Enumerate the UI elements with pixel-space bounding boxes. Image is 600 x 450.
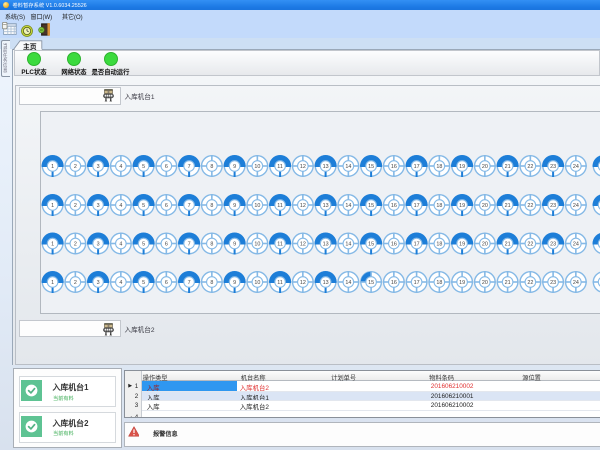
svg-text:23: 23: [550, 203, 556, 209]
svg-text:1: 1: [51, 242, 54, 248]
svg-text:20: 20: [482, 164, 488, 170]
svg-text:4: 4: [119, 203, 122, 209]
svg-text:13: 13: [323, 203, 329, 209]
svg-text:2: 2: [74, 242, 77, 248]
svg-text:24: 24: [573, 280, 579, 286]
svg-text:16: 16: [391, 203, 397, 209]
svg-text:24: 24: [573, 164, 579, 170]
svg-text:17: 17: [414, 164, 420, 170]
svg-text:23: 23: [550, 164, 556, 170]
svg-text:3: 3: [97, 203, 100, 209]
svg-text:13: 13: [323, 164, 329, 170]
svg-text:6: 6: [165, 280, 168, 286]
svg-text:20: 20: [482, 242, 488, 248]
svg-text:4: 4: [119, 280, 122, 286]
svg-text:4: 4: [119, 242, 122, 248]
svg-text:12: 12: [300, 164, 306, 170]
svg-text:18: 18: [436, 164, 442, 170]
svg-text:17: 17: [414, 280, 420, 286]
svg-text:14: 14: [345, 280, 351, 286]
svg-text:22: 22: [527, 164, 533, 170]
svg-text:1: 1: [51, 164, 54, 170]
svg-text:4: 4: [119, 164, 122, 170]
svg-text:12: 12: [300, 280, 306, 286]
svg-text:9: 9: [233, 280, 236, 286]
svg-text:14: 14: [345, 242, 351, 248]
svg-text:12: 12: [300, 203, 306, 209]
svg-text:6: 6: [165, 164, 168, 170]
svg-text:2: 2: [74, 280, 77, 286]
svg-text:6: 6: [165, 203, 168, 209]
svg-text:3: 3: [97, 280, 100, 286]
svg-text:21: 21: [505, 164, 511, 170]
svg-text:3: 3: [97, 242, 100, 248]
svg-text:14: 14: [345, 203, 351, 209]
svg-text:8: 8: [210, 164, 213, 170]
svg-text:24: 24: [573, 242, 579, 248]
svg-text:18: 18: [436, 280, 442, 286]
svg-text:1: 1: [51, 203, 54, 209]
svg-text:8: 8: [210, 280, 213, 286]
svg-text:20: 20: [482, 203, 488, 209]
svg-text:19: 19: [459, 280, 465, 286]
svg-text:23: 23: [550, 242, 556, 248]
svg-text:10: 10: [254, 242, 260, 248]
svg-text:19: 19: [459, 203, 465, 209]
svg-text:15: 15: [368, 164, 374, 170]
svg-text:11: 11: [277, 164, 283, 170]
svg-text:17: 17: [414, 203, 420, 209]
svg-text:10: 10: [254, 280, 260, 286]
svg-text:15: 15: [368, 242, 374, 248]
svg-text:19: 19: [459, 164, 465, 170]
svg-text:2: 2: [74, 164, 77, 170]
svg-text:16: 16: [391, 242, 397, 248]
svg-text:13: 13: [323, 242, 329, 248]
svg-text:7: 7: [188, 242, 191, 248]
svg-text:11: 11: [277, 242, 283, 248]
svg-text:22: 22: [527, 242, 533, 248]
svg-text:7: 7: [188, 203, 191, 209]
svg-text:9: 9: [233, 242, 236, 248]
svg-text:15: 15: [368, 203, 374, 209]
svg-text:24: 24: [573, 203, 579, 209]
svg-text:8: 8: [210, 242, 213, 248]
svg-text:5: 5: [142, 280, 145, 286]
svg-text:13: 13: [323, 280, 329, 286]
svg-text:19: 19: [459, 242, 465, 248]
svg-text:20: 20: [482, 280, 488, 286]
svg-text:23: 23: [550, 280, 556, 286]
svg-text:9: 9: [233, 203, 236, 209]
svg-text:5: 5: [142, 203, 145, 209]
svg-text:11: 11: [277, 280, 283, 286]
svg-text:5: 5: [142, 242, 145, 248]
svg-text:3: 3: [97, 164, 100, 170]
svg-text:10: 10: [254, 164, 260, 170]
svg-text:2: 2: [74, 203, 77, 209]
svg-text:6: 6: [165, 242, 168, 248]
svg-text:1: 1: [51, 280, 54, 286]
svg-text:10: 10: [254, 203, 260, 209]
svg-text:18: 18: [436, 203, 442, 209]
svg-text:12: 12: [300, 242, 306, 248]
svg-text:21: 21: [505, 280, 511, 286]
svg-text:8: 8: [210, 203, 213, 209]
svg-text:15: 15: [368, 280, 374, 286]
svg-text:22: 22: [527, 280, 533, 286]
svg-text:17: 17: [414, 242, 420, 248]
svg-text:9: 9: [233, 164, 236, 170]
svg-text:5: 5: [142, 164, 145, 170]
svg-text:18: 18: [436, 242, 442, 248]
svg-text:7: 7: [188, 280, 191, 286]
svg-text:21: 21: [505, 203, 511, 209]
svg-text:7: 7: [188, 164, 191, 170]
svg-text:21: 21: [505, 242, 511, 248]
svg-text:14: 14: [345, 164, 351, 170]
svg-text:22: 22: [527, 203, 533, 209]
svg-text:16: 16: [391, 164, 397, 170]
svg-text:16: 16: [391, 280, 397, 286]
svg-text:11: 11: [277, 203, 283, 209]
